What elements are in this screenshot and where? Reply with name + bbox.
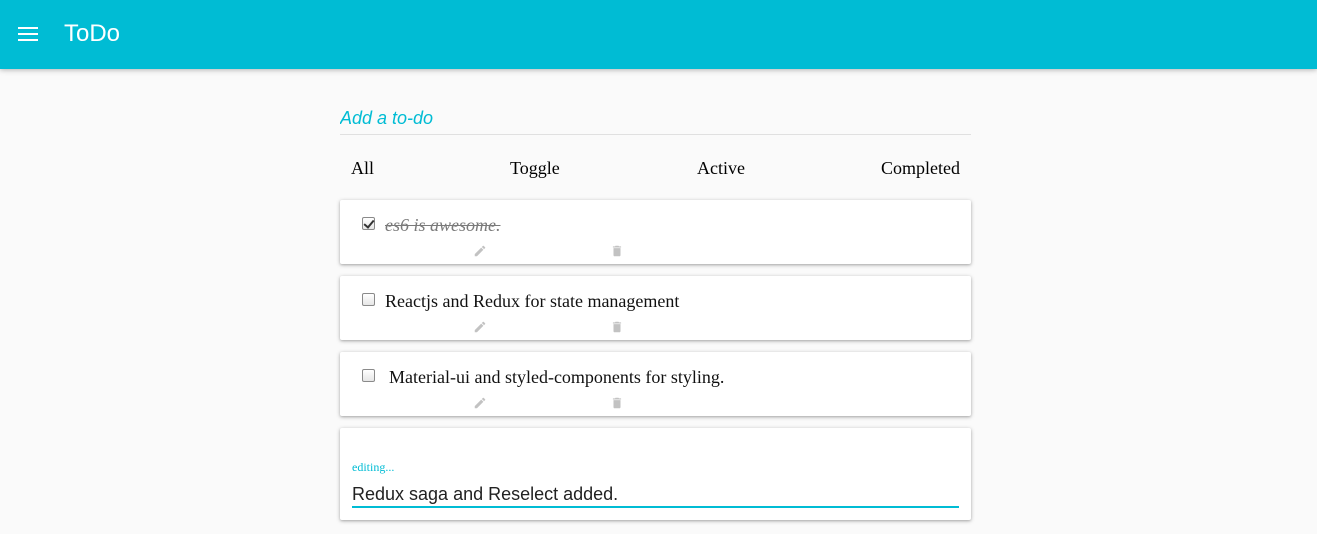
todo-main: All Toggle Active Completed es6 is aweso… bbox=[340, 100, 971, 520]
hamburger-menu-icon bbox=[18, 27, 38, 41]
pencil-icon[interactable] bbox=[473, 320, 487, 334]
edit-todo-card: editing... bbox=[340, 428, 971, 520]
filter-all-button[interactable]: All bbox=[351, 157, 374, 179]
trash-icon[interactable] bbox=[610, 244, 624, 258]
edit-todo-input[interactable] bbox=[352, 482, 959, 508]
todo-checkbox[interactable] bbox=[362, 293, 375, 306]
todo-text: Reactjs and Redux for state management bbox=[385, 291, 680, 311]
todo-item: es6 is awesome. bbox=[340, 200, 971, 264]
todo-item: Material-ui and styled-components for st… bbox=[340, 352, 971, 416]
toggle-all-button[interactable]: Toggle bbox=[510, 157, 560, 179]
todo-checkbox[interactable] bbox=[362, 217, 375, 230]
trash-icon[interactable] bbox=[610, 396, 624, 410]
editing-label: editing... bbox=[352, 460, 395, 474]
filter-completed-button[interactable]: Completed bbox=[881, 157, 960, 179]
app-bar: ToDo bbox=[0, 0, 1317, 69]
todo-item: Reactjs and Redux for state management bbox=[340, 276, 971, 340]
pencil-icon[interactable] bbox=[473, 244, 487, 258]
trash-icon[interactable] bbox=[610, 320, 624, 334]
menu-button[interactable] bbox=[10, 16, 46, 52]
app-title: ToDo bbox=[64, 20, 121, 47]
add-todo-field bbox=[340, 100, 971, 135]
add-todo-input[interactable] bbox=[340, 106, 971, 130]
filter-active-button[interactable]: Active bbox=[697, 157, 745, 179]
todo-text: Material-ui and styled-components for st… bbox=[389, 367, 725, 387]
pencil-icon[interactable] bbox=[473, 396, 487, 410]
todo-text: es6 is awesome. bbox=[385, 215, 501, 235]
todo-checkbox[interactable] bbox=[362, 369, 375, 382]
filter-bar: All Toggle Active Completed bbox=[340, 135, 971, 199]
